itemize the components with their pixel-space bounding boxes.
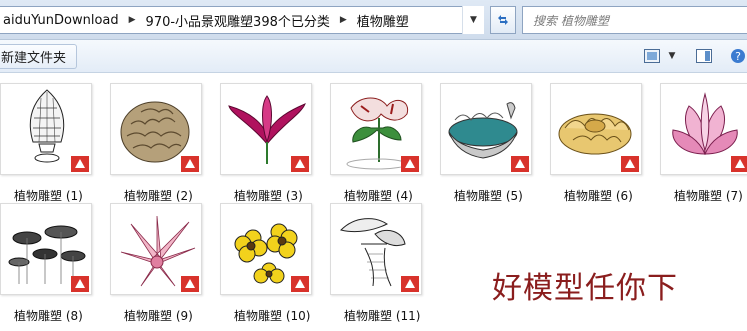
breadcrumb-root[interactable]: aiduYunDownload <box>0 13 123 28</box>
file-item[interactable]: 植物雕塑 (9) <box>110 203 220 327</box>
preview-pane-icon[interactable] <box>696 48 712 64</box>
address-bar[interactable]: aiduYunDownload ▶ 970-小品景观雕塑398个已分类 ▶ 植物… <box>0 6 482 34</box>
file-item[interactable]: 植物雕塑 (2) <box>110 83 220 207</box>
sketchup-file-icon <box>621 156 639 172</box>
plant-wireframe-thumbnail <box>330 203 422 295</box>
explorer-window: { "address": { "crumbs": ["aiduYunDownlo… <box>0 0 747 331</box>
file-name: 植物雕塑 (3) <box>234 189 303 203</box>
file-name: 植物雕塑 (10) <box>234 309 311 323</box>
navigation-bar: aiduYunDownload ▶ 970-小品景观雕塑398个已分类 ▶ 植物… <box>0 0 747 40</box>
pink-agave-thumbnail <box>110 203 202 295</box>
lotus-fountain-thumbnail <box>440 83 532 175</box>
file-item[interactable]: 植物雕塑 (1) <box>0 83 110 207</box>
sketchup-file-icon <box>401 276 419 292</box>
yellow-flowers-thumbnail <box>220 203 312 295</box>
lotus-leaves-thumbnail <box>0 203 92 295</box>
sketchup-file-icon <box>401 156 419 172</box>
chevron-right-icon[interactable]: ▶ <box>334 15 353 25</box>
command-toolbar: 新建文件夹 ▼ ? <box>0 40 747 73</box>
change-view-icon[interactable] <box>644 48 660 64</box>
sketchup-file-icon <box>291 156 309 172</box>
file-name: 植物雕塑 (6) <box>564 189 633 203</box>
sketchup-file-icon <box>511 156 529 172</box>
svg-text:?: ? <box>735 50 741 63</box>
sketchup-file-icon <box>731 156 747 172</box>
refresh-button[interactable] <box>490 6 516 34</box>
file-item[interactable]: 植物雕塑 (3) <box>220 83 330 207</box>
file-name: 植物雕塑 (8) <box>14 309 83 323</box>
address-history-dropdown-icon[interactable]: ▼ <box>462 6 484 34</box>
new-folder-button[interactable]: 新建文件夹 <box>0 44 78 69</box>
file-name: 植物雕塑 (11) <box>344 309 421 323</box>
help-icon[interactable]: ? <box>730 48 746 64</box>
file-name: 植物雕塑 (5) <box>454 189 523 203</box>
breadcrumb-parent[interactable]: 970-小品景观雕塑398个已分类 <box>142 11 334 30</box>
sketchup-file-icon <box>71 276 89 292</box>
lily-sculpture-thumbnail <box>330 83 422 175</box>
file-item[interactable]: 植物雕塑 (6) <box>550 83 660 207</box>
breadcrumb-current[interactable]: 植物雕塑 <box>353 11 413 30</box>
artichoke-sculpture-thumbnail <box>110 83 202 175</box>
file-name: 植物雕塑 (4) <box>344 189 413 203</box>
file-name: 植物雕塑 (7) <box>674 189 743 203</box>
file-name: 植物雕塑 (2) <box>124 189 193 203</box>
file-item[interactable]: 植物雕塑 (7) <box>660 83 747 207</box>
watermark-text: 好模型任你下 <box>492 271 678 306</box>
chevron-right-icon[interactable]: ▶ <box>123 15 142 25</box>
file-item[interactable]: 植物雕塑 (10) <box>220 203 330 327</box>
sketchup-file-icon <box>291 276 309 292</box>
sketchup-file-icon <box>71 156 89 172</box>
view-options-dropdown-icon[interactable]: ▼ <box>666 48 678 64</box>
file-list: 植物雕塑 (1) 植物雕塑 (2) 植物雕塑 (3) 植物雕塑 (4) 植物雕塑… <box>0 73 747 331</box>
search-input[interactable]: 搜索 植物雕塑 <box>522 6 747 34</box>
file-item[interactable]: 植物雕塑 (4) <box>330 83 440 207</box>
file-item[interactable]: 植物雕塑 (5) <box>440 83 550 207</box>
file-name: 植物雕塑 (1) <box>14 189 83 203</box>
magenta-flower-thumbnail <box>220 83 312 175</box>
pinecone-sculpture-thumbnail <box>0 83 92 175</box>
gold-flower-thumbnail <box>550 83 642 175</box>
file-item[interactable]: 植物雕塑 (11) <box>330 203 440 327</box>
pink-lotus-thumbnail <box>660 83 747 175</box>
sketchup-file-icon <box>181 276 199 292</box>
sketchup-file-icon <box>181 156 199 172</box>
refresh-icon <box>498 15 508 25</box>
file-item[interactable]: 植物雕塑 (8) <box>0 203 110 327</box>
file-name: 植物雕塑 (9) <box>124 309 193 323</box>
